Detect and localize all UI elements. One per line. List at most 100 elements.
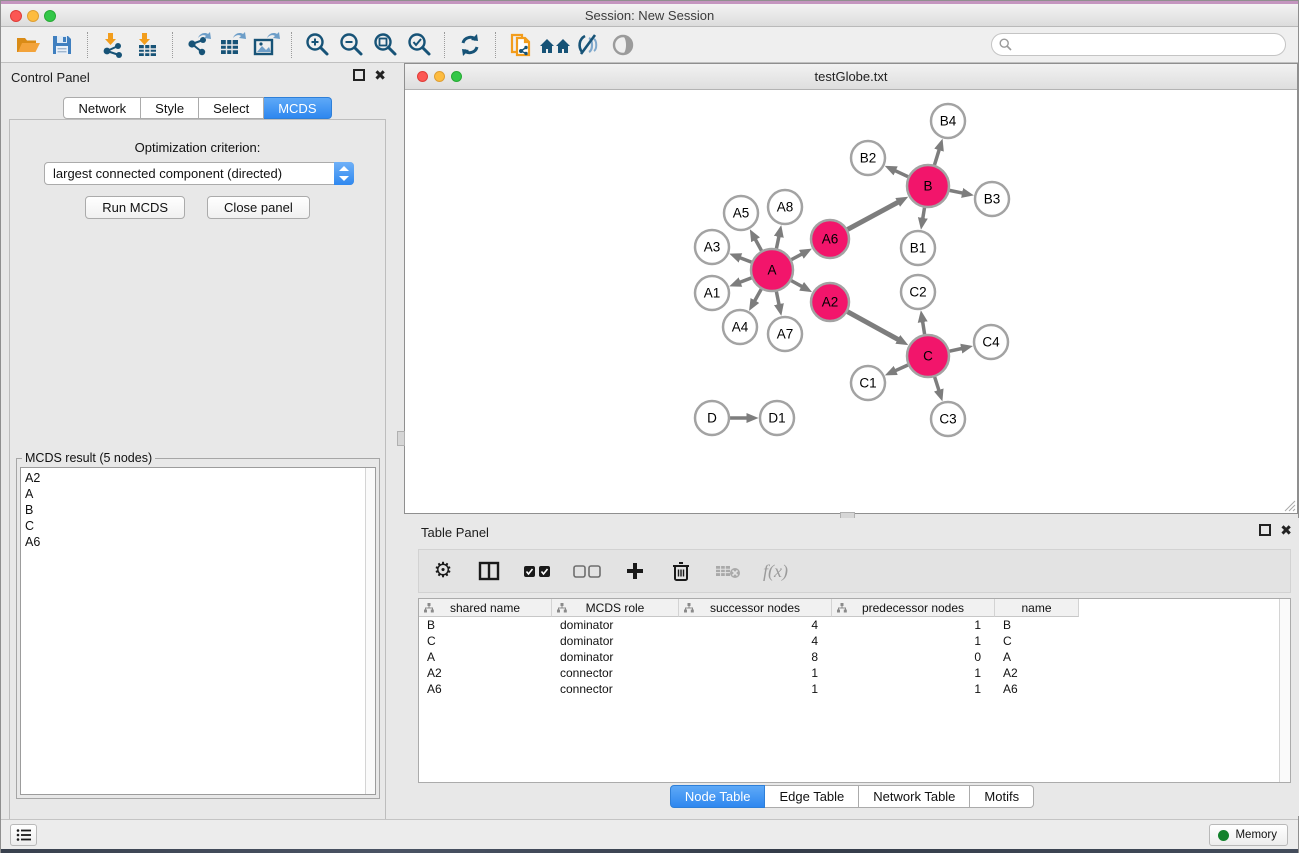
export-table-button[interactable] <box>215 30 249 60</box>
memory-button[interactable]: Memory <box>1209 824 1288 846</box>
mcds-result-item[interactable]: A2 <box>25 470 361 486</box>
column-header-successor-nodes[interactable]: successor nodes <box>679 599 832 617</box>
window-resize-grip[interactable] <box>1282 498 1296 512</box>
import-table-button[interactable] <box>130 30 164 60</box>
run-mcds-button[interactable]: Run MCDS <box>85 196 185 219</box>
graph-edge-A-A7[interactable] <box>776 292 779 305</box>
memory-status-icon <box>1218 830 1229 841</box>
refresh-button[interactable] <box>453 30 487 60</box>
open-session-button[interactable] <box>11 30 45 60</box>
table-scrollbar[interactable] <box>1279 599 1290 782</box>
column-header-predecessor-nodes[interactable]: predecessor nodes <box>832 599 995 617</box>
function-builder-icon: f(x) <box>763 561 788 582</box>
export-image-button[interactable] <box>249 30 283 60</box>
table-panel-close-icon[interactable]: ✖ <box>1280 524 1292 536</box>
main-titlebar: Session: New Session <box>1 4 1298 27</box>
vertical-splitter-handle[interactable] <box>397 431 405 446</box>
graph-edge-B-B4[interactable] <box>934 150 939 165</box>
export-image-icon <box>252 32 280 58</box>
export-network-button[interactable] <box>181 30 215 60</box>
mcds-result-item[interactable]: A6 <box>25 534 361 550</box>
table-row[interactable]: C dominator 4 1 C <box>419 633 1279 649</box>
tab-node-table[interactable]: Node Table <box>670 785 766 808</box>
delete-column-button[interactable] <box>669 557 693 585</box>
network-canvas[interactable]: AA1A3A4A5A7A8A6A2BB1B2B3B4CC1C2C3C4DD1 <box>405 90 1297 513</box>
graph-edge-C-C1[interactable] <box>895 365 908 371</box>
search-icon <box>999 38 1012 51</box>
graph-edge-A-A1[interactable] <box>740 278 751 282</box>
table-row[interactable]: A dominator 8 0 A <box>419 649 1279 665</box>
graph-node-label-A6: A6 <box>822 232 839 247</box>
mcds-result-list[interactable]: A2 A B C A6 <box>20 467 376 795</box>
result-list-scrollbar[interactable] <box>365 468 375 794</box>
graph-node-label-A: A <box>767 263 776 278</box>
mcds-result-item[interactable]: A <box>25 486 361 502</box>
column-header-name[interactable]: name <box>995 599 1079 617</box>
status-bar: Memory <box>1 819 1298 849</box>
refresh-icon <box>457 32 483 58</box>
tab-network[interactable]: Network <box>63 97 141 119</box>
tab-edge-table[interactable]: Edge Table <box>765 785 859 808</box>
select-all-columns-button[interactable] <box>523 557 551 585</box>
table-options-gear-button[interactable]: ⚙ <box>431 557 455 585</box>
zoom-fit-icon <box>372 32 398 58</box>
export-table-icon <box>218 32 246 58</box>
graph-edge-C-C3[interactable] <box>935 377 939 390</box>
show-graphics-details-button[interactable] <box>606 30 640 60</box>
graph-edge-A-A2[interactable] <box>791 281 802 287</box>
zoom-fit-button[interactable] <box>368 30 402 60</box>
control-panel-float-icon[interactable] <box>353 69 365 81</box>
graph-node-label-D1: D1 <box>768 411 785 426</box>
graph-edge-A-A8[interactable] <box>776 236 778 248</box>
column-view-button[interactable] <box>477 557 501 585</box>
graph-edge-B-B1[interactable] <box>923 208 925 219</box>
save-session-button[interactable] <box>45 30 79 60</box>
new-network-from-selection-button[interactable] <box>504 30 538 60</box>
tab-motifs[interactable]: Motifs <box>970 785 1034 808</box>
graph-edge-C-C2[interactable] <box>923 322 925 335</box>
tab-network-table[interactable]: Network Table <box>859 785 970 808</box>
mcds-result-item[interactable]: C <box>25 518 361 534</box>
control-panel-close-icon[interactable]: ✖ <box>374 69 386 81</box>
search-input[interactable] <box>991 33 1286 56</box>
network-window-titlebar[interactable]: testGlobe.txt <box>405 64 1297 90</box>
function-builder-button[interactable]: f(x) <box>763 557 788 585</box>
task-history-button[interactable] <box>10 824 37 846</box>
graph-edge-A-A5[interactable] <box>755 239 761 250</box>
table-row[interactable]: A6 connector 1 1 A6 <box>419 681 1279 697</box>
graph-edge-A6-B[interactable] <box>848 202 899 229</box>
zoom-out-button[interactable] <box>334 30 368 60</box>
table-panel-float-icon[interactable] <box>1259 524 1271 536</box>
delete-table-button[interactable] <box>715 557 741 585</box>
graph-edge-A2-C[interactable] <box>848 312 899 340</box>
table-header-row: shared name MCDS role successor nodes pr… <box>419 599 1079 617</box>
graph-node-label-A4: A4 <box>732 320 749 335</box>
import-network-button[interactable] <box>96 30 130 60</box>
mcds-result-item[interactable]: B <box>25 502 361 518</box>
add-column-button[interactable] <box>623 557 647 585</box>
column-type-icon <box>557 603 567 613</box>
control-panel: Control Panel ✖ Network Style Select MCD… <box>1 63 394 816</box>
zoom-selected-button[interactable] <box>402 30 436 60</box>
close-panel-button[interactable]: Close panel <box>207 196 310 219</box>
table-row[interactable]: B dominator 4 1 B <box>419 617 1279 633</box>
first-neighbors-button[interactable] <box>538 30 572 60</box>
graph-edge-A-A3[interactable] <box>740 258 751 262</box>
column-header-mcds-role[interactable]: MCDS role <box>552 599 679 617</box>
optimization-criterion-select[interactable]: largest connected component (directed) <box>44 162 354 185</box>
zoom-in-button[interactable] <box>300 30 334 60</box>
network-graph[interactable]: AA1A3A4A5A7A8A6A2BB1B2B3B4CC1C2C3C4DD1 <box>405 90 1297 514</box>
hide-selected-button[interactable] <box>572 30 606 60</box>
tab-mcds[interactable]: MCDS <box>264 97 331 119</box>
tab-select[interactable]: Select <box>199 97 264 119</box>
graph-edge-C-C4[interactable] <box>949 349 961 352</box>
tab-style[interactable]: Style <box>141 97 199 119</box>
table-row[interactable]: A2 connector 1 1 A2 <box>419 665 1279 681</box>
graph-edge-A-A4[interactable] <box>755 289 762 301</box>
graph-edge-B-B2[interactable] <box>895 171 908 177</box>
deselect-all-columns-button[interactable] <box>573 557 601 585</box>
column-header-shared-name[interactable]: shared name <box>419 599 552 617</box>
zoom-selected-icon <box>406 32 432 58</box>
graph-edge-B-B3[interactable] <box>950 190 963 193</box>
graph-edge-A-A6[interactable] <box>791 254 801 260</box>
